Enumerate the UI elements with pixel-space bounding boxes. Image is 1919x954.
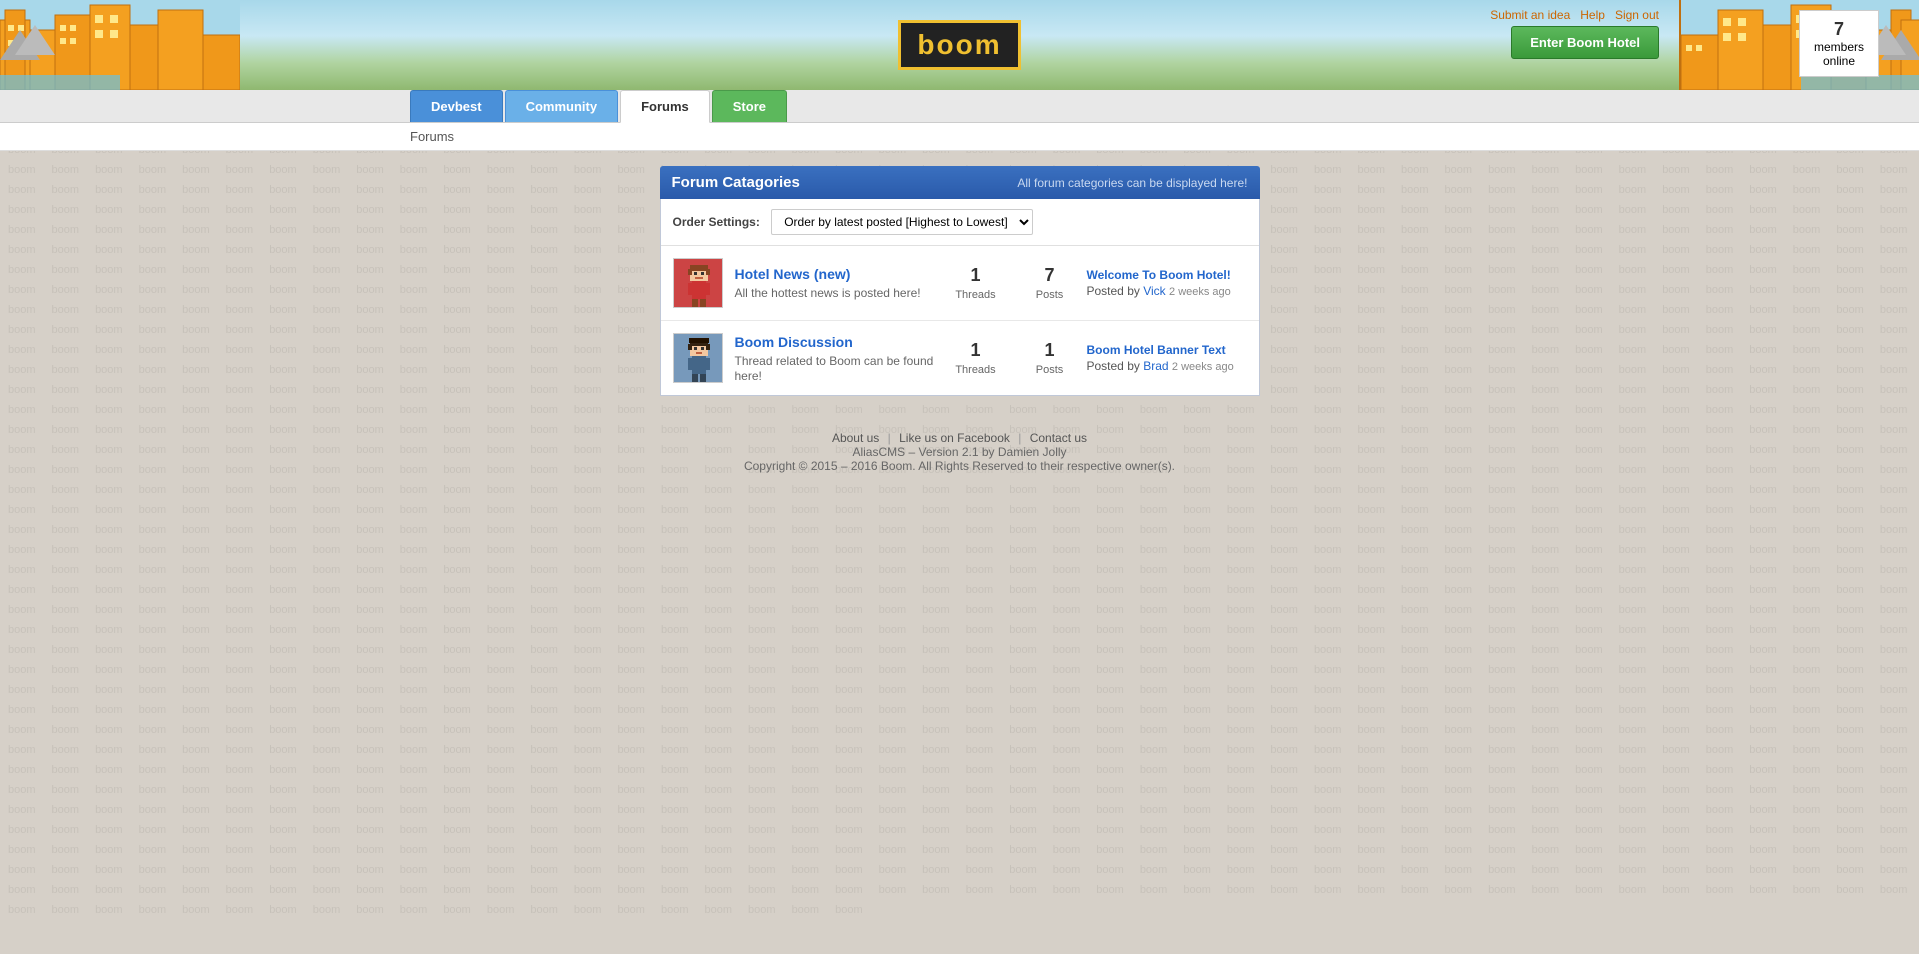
posts-count-boom-discussion: 1 <box>1025 340 1075 361</box>
logo-area: boom <box>898 20 1020 70</box>
about-us-link[interactable]: About us <box>832 431 879 445</box>
forum-stats-boom-discussion: 1 Threads 1 Posts <box>951 340 1075 376</box>
threads-label-boom-discussion: Threads <box>955 364 995 376</box>
posts-label-hotel-news: Posts <box>1036 289 1064 301</box>
forum-info-boom-discussion: Boom Discussion Thread related to Boom c… <box>735 334 939 383</box>
members-label: members <box>1814 40 1864 54</box>
forum-title-hotel-news[interactable]: Hotel News (new) <box>735 266 939 282</box>
tab-forums[interactable]: Forums <box>620 90 710 123</box>
posts-label-boom-discussion: Posts <box>1036 364 1064 376</box>
forum-icon-boom-discussion <box>673 333 723 383</box>
time-ago-hotel-news: 2 weeks ago <box>1169 286 1231 298</box>
last-post-title-boom-discussion[interactable]: Boom Hotel Banner Text <box>1087 343 1247 357</box>
breadcrumb-text: Forums <box>410 129 454 144</box>
header: boom Submit an idea Help Sign out Enter … <box>0 0 1919 90</box>
separator-2: | <box>1018 431 1021 445</box>
footer-links: About us | Like us on Facebook | Contact… <box>20 431 1899 445</box>
forum-body: Order Settings: Order by latest posted [… <box>660 199 1260 396</box>
tab-store[interactable]: Store <box>712 90 787 122</box>
forum-stats-hotel-news: 1 Threads 7 Posts <box>951 265 1075 301</box>
cms-separator: – <box>908 445 918 459</box>
forum-categories-title: Forum Catagories <box>672 174 800 191</box>
order-settings-label: Order Settings: <box>673 215 760 229</box>
contact-us-link[interactable]: Contact us <box>1030 431 1087 445</box>
forum-icon-hotel-news <box>673 258 723 308</box>
poster-name-boom-discussion[interactable]: Brad <box>1143 359 1168 373</box>
forum-desc-hotel-news: All the hottest news is posted here! <box>735 286 921 300</box>
threads-count-boom-discussion: 1 <box>951 340 1001 361</box>
enter-hotel-button[interactable]: Enter Boom Hotel <box>1511 26 1659 59</box>
left-building-decoration <box>0 0 240 90</box>
members-online-box: 7 members online <box>1799 10 1879 77</box>
poster-name-hotel-news[interactable]: Vick <box>1143 284 1165 298</box>
help-link[interactable]: Help <box>1580 8 1605 22</box>
threads-count-hotel-news: 1 <box>951 265 1001 286</box>
footer-cms: AliasCMS – Version 2.1 by Damien Jolly <box>20 445 1899 459</box>
posts-count-hotel-news: 7 <box>1025 265 1075 286</box>
forum-desc-boom-discussion: Thread related to Boom can be found here… <box>735 354 934 383</box>
members-online-count: 7 <box>1834 19 1844 39</box>
posted-by-label-boom-discussion: Posted by Brad <box>1087 359 1172 373</box>
last-post-boom-discussion: Boom Hotel Banner Text Posted by Brad 2 … <box>1087 343 1247 373</box>
threads-stat-boom-discussion: 1 Threads <box>951 340 1001 376</box>
footer-copyright: Copyright © 2015 – 2016 Boom. All Rights… <box>20 459 1899 473</box>
forum-row: Boom Discussion Thread related to Boom c… <box>661 321 1259 395</box>
submit-idea-link[interactable]: Submit an idea <box>1490 8 1570 22</box>
time-ago-boom-discussion: 2 weeks ago <box>1172 361 1234 373</box>
breadcrumb: Forums <box>0 123 1919 151</box>
order-select[interactable]: Order by latest posted [Highest to Lowes… <box>771 209 1033 235</box>
top-links-bar: Submit an idea Help Sign out <box>1490 8 1659 22</box>
site-logo: boom <box>898 20 1020 70</box>
forum-categories-header: Forum Catagories All forum categories ca… <box>660 166 1260 199</box>
threads-stat-hotel-news: 1 Threads <box>951 265 1001 301</box>
forum-row: Hotel News (new) All the hottest news is… <box>661 246 1259 321</box>
navigation-tabs: Devbest Community Forums Store <box>0 90 1919 123</box>
posts-stat-hotel-news: 7 Posts <box>1025 265 1075 301</box>
posted-by-label-hotel-news: Posted by Vick <box>1087 284 1170 298</box>
forum-info-hotel-news: Hotel News (new) All the hottest news is… <box>735 266 939 300</box>
forum-categories-notice: All forum categories can be displayed he… <box>1017 176 1247 190</box>
like-facebook-link[interactable]: Like us on Facebook <box>899 431 1010 445</box>
sign-out-link[interactable]: Sign out <box>1615 8 1659 22</box>
forum-title-boom-discussion[interactable]: Boom Discussion <box>735 334 939 350</box>
cms-name: AliasCMS <box>852 445 905 459</box>
tab-devbest[interactable]: Devbest <box>410 90 503 122</box>
threads-label-hotel-news: Threads <box>955 289 995 301</box>
last-post-title-hotel-news[interactable]: Welcome To Boom Hotel! <box>1087 268 1247 282</box>
online-label: online <box>1823 54 1855 68</box>
last-post-hotel-news: Welcome To Boom Hotel! Posted by Vick 2 … <box>1087 268 1247 298</box>
separator-1: | <box>888 431 891 445</box>
tab-community[interactable]: Community <box>505 90 619 122</box>
main-content: Forum Catagories All forum categories ca… <box>650 166 1270 396</box>
posts-stat-boom-discussion: 1 Posts <box>1025 340 1075 376</box>
cms-version: Version 2.1 by Damien Jolly <box>918 445 1066 459</box>
order-settings: Order Settings: Order by latest posted [… <box>661 199 1259 246</box>
footer: About us | Like us on Facebook | Contact… <box>0 411 1919 493</box>
